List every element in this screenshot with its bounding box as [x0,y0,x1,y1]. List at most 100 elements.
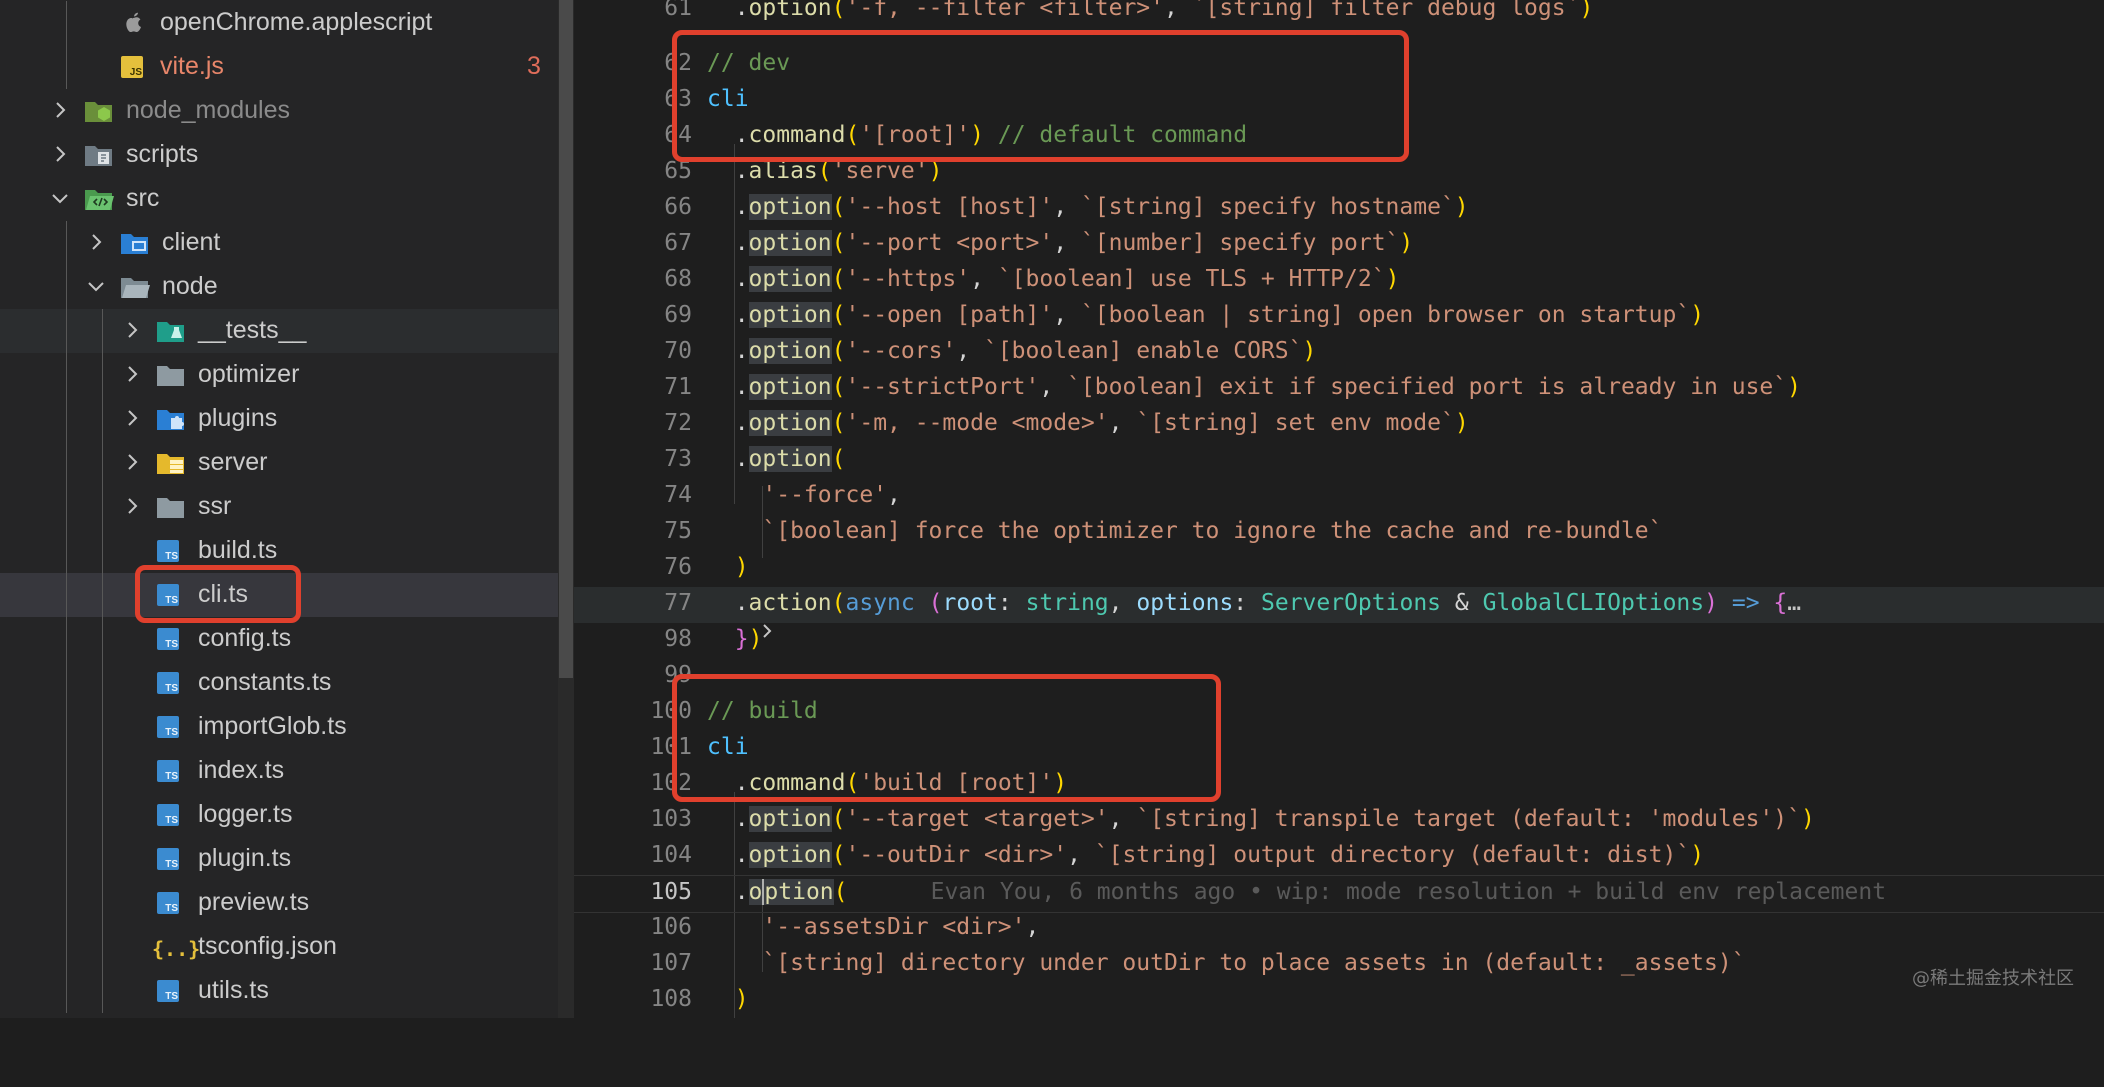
annotation-box-cli [135,565,301,623]
client-folder-icon [120,230,148,256]
annotation-box-dev [672,30,1409,162]
code-line: 108 ) [574,983,2104,1019]
line-number: 74 [664,482,692,508]
line-number: 104 [650,842,692,868]
line-number: 66 [664,194,692,220]
tests-folder-icon [156,318,184,344]
tree-item-label: build.ts [198,536,278,564]
code-line: 61 .option('-f, --filter <filter>', `[st… [574,0,2104,28]
chevron-right-icon[interactable] [120,406,144,430]
scripts-folder-icon [84,142,112,168]
tree-item-tests[interactable]: __tests__ [0,309,558,353]
line-number: 71 [664,374,692,400]
tree-item-label: __tests__ [198,316,307,344]
ts-file-icon: TS [157,890,185,916]
line-number: 76 [664,554,692,580]
line-number: 70 [664,338,692,364]
watermark: @稀土掘金技术社区 [1912,968,2074,989]
tree-item-label: node_modules [126,96,291,124]
chevron-right-icon[interactable] [48,98,72,122]
ts-file-icon: TS [157,978,185,1004]
code-line: 106 '--assetsDir <dir>', [574,911,2104,947]
tree-item-logger-ts[interactable]: TS logger.ts [0,793,558,837]
line-number: 98 [664,626,692,652]
ts-file-icon: TS [157,626,185,652]
ts-file-icon: TS [157,802,185,828]
tree-item-index-ts[interactable]: TS index.ts [0,749,558,793]
tree-item-src[interactable]: src [0,177,558,221]
code-line: 67 .option('--port <port>', `[number] sp… [574,227,2104,263]
line-number: 68 [664,266,692,292]
chevron-right-icon[interactable] [120,494,144,518]
tree-item-label: config.ts [198,624,292,652]
sidebar-scrollbar-thumb[interactable] [559,0,573,678]
tree-item-node-modules[interactable]: node_modules [0,89,558,133]
tree-item-vite-js[interactable]: JS vite.js 3 [0,45,558,89]
code-line: 72 .option('-m, --mode <mode>', `[string… [574,407,2104,443]
plugins-folder-icon [156,406,184,432]
code-line-current: 105 .option( Evan You, 6 months ago • wi… [574,875,2104,913]
js-file-icon: JS [121,54,149,80]
tree-item-label: server [198,448,268,476]
line-number: 106 [650,914,692,940]
tree-item-plugin-ts[interactable]: TS plugin.ts [0,837,558,881]
tree-item-scripts[interactable]: scripts [0,133,558,177]
tree-item-preview-ts[interactable]: TS preview.ts [0,881,558,925]
tree-item-label: vite.js [160,52,224,80]
tree-item-tsconfig-json[interactable]: {..} tsconfig.json [0,925,558,969]
ts-file-icon: TS [157,758,185,784]
tree-item-label: ssr [198,492,232,520]
line-number: 103 [650,806,692,832]
src-folder-icon [84,186,114,212]
line-number: 75 [664,518,692,544]
chevron-right-icon[interactable] [120,318,144,342]
tree-item-label: utils.ts [198,976,269,1004]
chevron-right-icon[interactable] [120,362,144,386]
folder-open-icon [120,274,150,300]
code-line: 104 .option('--outDir <dir>', `[string] … [574,839,2104,875]
tree-item-plugins[interactable]: plugins [0,397,558,441]
code-line: 70 .option('--cors', `[boolean] enable C… [574,335,2104,371]
code-editor[interactable]: 61 .option('-f, --filter <filter>', `[st… [574,0,2104,1018]
chevron-down-icon[interactable] [84,274,108,298]
annotation-box-build [672,674,1221,802]
code-line: 107 `[string] directory under outDir to … [574,947,2104,983]
tree-item-constants-ts[interactable]: TS constants.ts [0,661,558,705]
tree-item-label: constants.ts [198,668,332,696]
tree-item-config-ts[interactable]: TS config.ts [0,617,558,661]
chevron-right-icon[interactable] [120,450,144,474]
apple-icon [120,10,148,36]
tree-item-openchrome[interactable]: openChrome.applescript [0,1,558,45]
line-number: 69 [664,302,692,328]
line-number: 72 [664,410,692,436]
line-number: 108 [650,986,692,1012]
folder-icon [156,494,184,520]
tree-item-label: client [162,228,221,256]
tree-item-ssr[interactable]: ssr [0,485,558,529]
ts-file-icon: TS [157,714,185,740]
problem-count-badge: 3 [527,52,541,80]
tree-item-server[interactable]: server [0,441,558,485]
folded-placeholder[interactable]: … [1787,590,1801,616]
tree-item-client[interactable]: client [0,221,558,265]
tree-item-label: preview.ts [198,888,310,916]
tree-item-node[interactable]: node [0,265,558,309]
code-line: 68 .option('--https', `[boolean] use TLS… [574,263,2104,299]
chevron-right-icon[interactable] [48,142,72,166]
tree-item-label: plugin.ts [198,844,292,872]
ts-file-icon: TS [157,538,185,564]
tree-item-importglob-ts[interactable]: TS importGlob.ts [0,705,558,749]
code-line: 66 .option('--host [host]', `[string] sp… [574,191,2104,227]
tree-item-label: importGlob.ts [198,712,347,740]
code-line-folded: 77 .action(async (root: string, options:… [574,587,2104,638]
tree-item-label: optimizer [198,360,300,388]
explorer-sidebar: openChrome.applescript JS vite.js 3 node… [0,0,558,1018]
code-line: 103 .option('--target <target>', `[strin… [574,803,2104,839]
tree-item-utils-ts[interactable]: TS utils.ts [0,969,558,1013]
code-line: 75 `[boolean] force the optimizer to ign… [574,515,2104,551]
tree-item-label: index.ts [198,756,285,784]
json-file-icon: {..} [152,937,201,961]
chevron-down-icon[interactable] [48,186,72,210]
chevron-right-icon[interactable] [84,230,108,254]
tree-item-optimizer[interactable]: optimizer [0,353,558,397]
